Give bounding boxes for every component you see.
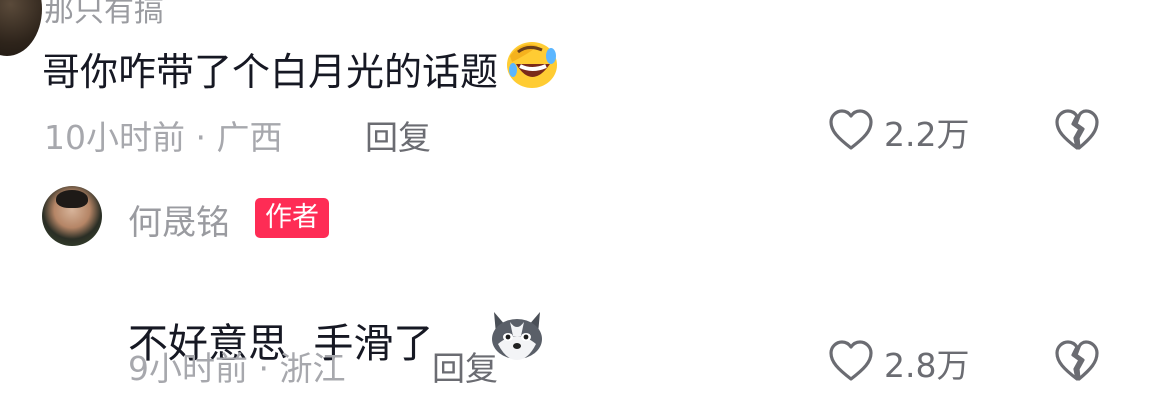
dislike-button[interactable] xyxy=(1054,108,1100,156)
broken-heart-icon xyxy=(1054,340,1100,387)
broken-heart-icon xyxy=(1054,109,1100,156)
heart-icon xyxy=(828,339,874,387)
comment-location: 广西 xyxy=(216,118,283,157)
dislike-button[interactable] xyxy=(1054,339,1100,387)
like-count: 2.2万 xyxy=(884,115,970,154)
author-avatar[interactable] xyxy=(42,186,102,246)
commenter-avatar[interactable] xyxy=(0,0,42,56)
husky-dog-icon xyxy=(437,262,546,418)
comment-meta: 10小时前 · 广西 xyxy=(44,111,283,159)
meta-separator: · xyxy=(195,118,207,157)
comment-text: 哥你咋带了个白月光的话题 xyxy=(42,38,560,99)
reply-time: 9小时前 xyxy=(128,349,248,388)
comment-time: 10小时前 xyxy=(44,118,185,157)
heart-icon xyxy=(828,108,874,156)
reply-button[interactable]: 回复 xyxy=(432,342,498,390)
like-button[interactable]: 2.2万 xyxy=(828,108,969,156)
reply-location: 浙江 xyxy=(279,349,346,388)
reply-button[interactable]: 回复 xyxy=(365,111,431,159)
reply-text: 不好意思 手滑了 xyxy=(128,262,546,418)
laughing-face-icon xyxy=(504,38,560,99)
like-count: 2.8万 xyxy=(884,346,970,385)
author-badge: 作者 xyxy=(255,198,329,238)
commenter-username[interactable]: 那只有搞 xyxy=(44,0,164,30)
reply-meta: 9小时前 · 浙江 xyxy=(128,342,346,390)
meta-separator: · xyxy=(258,349,270,388)
author-username[interactable]: 何晟铭 xyxy=(128,195,230,244)
comment-text-content: 哥你咋带了个白月光的话题 xyxy=(42,50,499,94)
like-button[interactable]: 2.8万 xyxy=(828,339,969,387)
